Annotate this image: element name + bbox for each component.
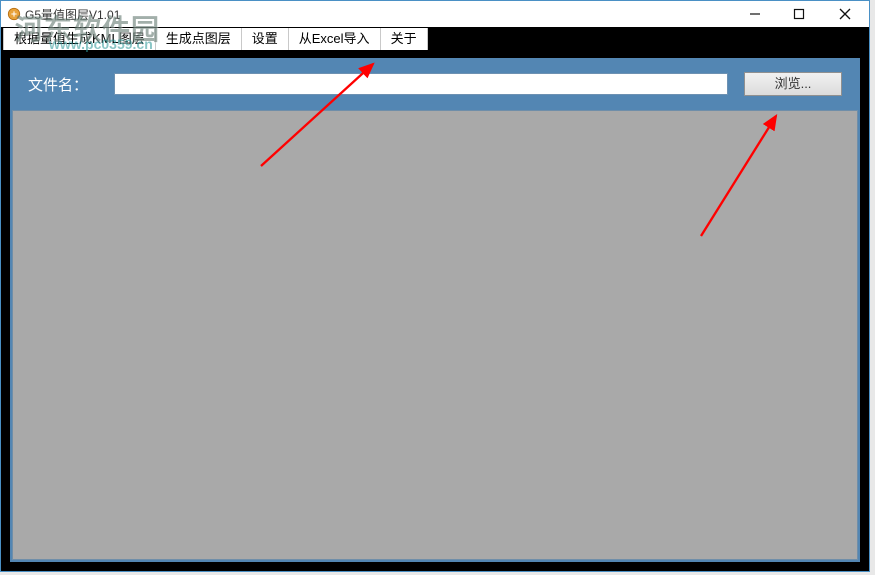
window-title: G5量值图层V1.01 — [25, 6, 120, 23]
file-label: 文件名： — [28, 74, 108, 95]
menu-generate-kml[interactable]: 根据量值生成KML图层 — [3, 28, 156, 50]
client-area: 根据量值生成KML图层 生成点图层 设置 从Excel导入 关于 文件名： 浏览… — [1, 27, 869, 571]
panel-outer: 文件名： 浏览... — [3, 51, 867, 569]
app-window: G5量值图层V1.01 根据量值生成KML图层 生成点图层 设置 从Excel导… — [0, 0, 870, 572]
content-area — [12, 110, 858, 560]
excel-import-panel: 文件名： 浏览... — [10, 58, 860, 562]
file-row: 文件名： 浏览... — [10, 58, 860, 110]
maximize-button[interactable] — [777, 1, 821, 27]
close-button[interactable] — [821, 1, 869, 27]
menu-bar-filler — [428, 27, 867, 51]
menu-import-excel[interactable]: 从Excel导入 — [289, 28, 381, 50]
menu-about[interactable]: 关于 — [381, 28, 428, 50]
minimize-button[interactable] — [733, 1, 777, 27]
browse-button[interactable]: 浏览... — [744, 72, 842, 96]
menu-generate-point-layer[interactable]: 生成点图层 — [156, 28, 242, 50]
menu-settings[interactable]: 设置 — [242, 28, 289, 50]
app-icon — [7, 7, 21, 21]
file-path-input[interactable] — [114, 73, 728, 95]
title-bar: G5量值图层V1.01 — [1, 1, 869, 27]
menu-bar: 根据量值生成KML图层 生成点图层 设置 从Excel导入 关于 — [3, 27, 867, 51]
